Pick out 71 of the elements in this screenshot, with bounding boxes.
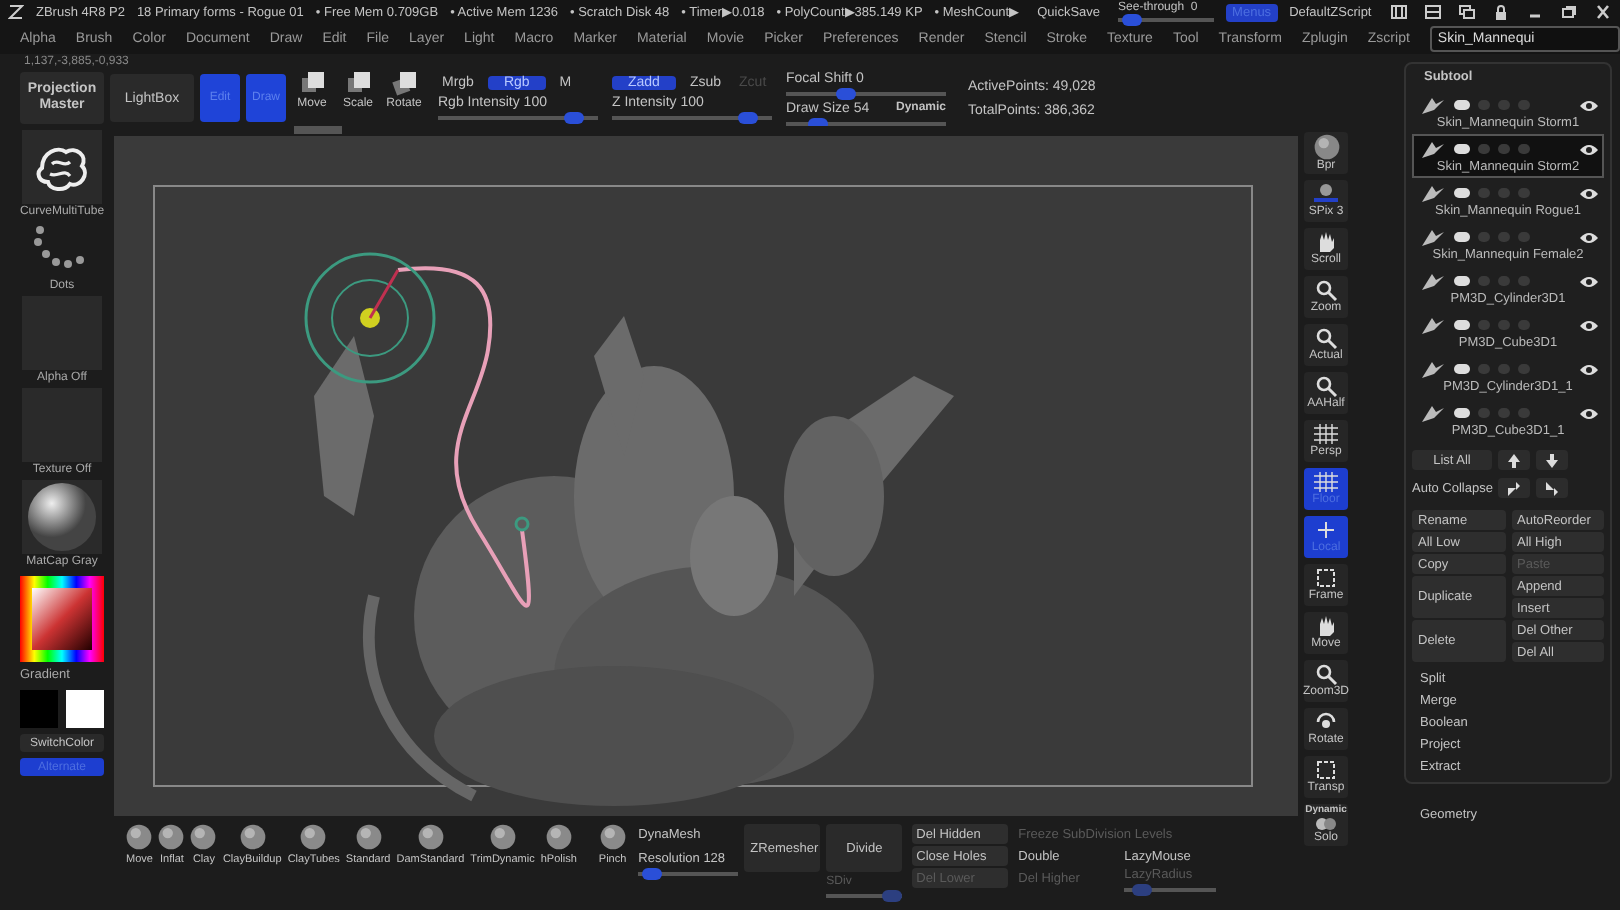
brush-sphere-icon: [158, 824, 185, 850]
eye-icon[interactable]: [1580, 187, 1598, 199]
scale-icon: [345, 72, 371, 96]
eye-icon[interactable]: [1580, 407, 1598, 419]
frame-icon: [1314, 566, 1338, 590]
grid-icon: [1314, 470, 1338, 494]
eye-icon[interactable]: [1580, 99, 1598, 111]
material-tile[interactable]: [22, 480, 102, 554]
frame-icon: [1314, 758, 1338, 782]
windows-icon[interactable]: [1458, 4, 1476, 20]
brush-sphere-icon: [545, 824, 572, 850]
thumbnail-icon: [1418, 403, 1446, 423]
thumbnail-icon: [1418, 95, 1446, 115]
toggle-icon[interactable]: [1454, 188, 1470, 198]
lock-icon[interactable]: [1492, 4, 1510, 20]
thumbnail-icon: [1418, 183, 1446, 203]
brush-sphere-icon: [239, 824, 266, 850]
slider-thumb[interactable]: [738, 112, 758, 124]
brush-sphere-icon: [599, 824, 626, 850]
slider-thumb[interactable]: [835, 87, 855, 99]
spheres-icon: [1314, 816, 1338, 832]
grid-icon: [1314, 422, 1338, 446]
brush-tile[interactable]: [22, 130, 102, 204]
brush-sphere-icon: [417, 824, 444, 850]
magnifier-icon: [1314, 374, 1338, 398]
close-icon[interactable]: [1594, 4, 1612, 20]
brush-sphere-icon: [190, 824, 217, 850]
thumbnail-icon: [1418, 359, 1446, 379]
brush-sphere-icon: [300, 824, 327, 850]
hand-icon: [1314, 230, 1338, 254]
slider-thumb[interactable]: [564, 112, 584, 124]
toggle-icon[interactable]: [1454, 232, 1470, 242]
color-swatch[interactable]: [20, 690, 58, 728]
magnifier-icon: [1314, 326, 1338, 350]
hand-icon: [1314, 614, 1338, 638]
toggle-icon[interactable]: [1454, 408, 1470, 418]
toggle-icon[interactable]: [1454, 100, 1470, 110]
eye-icon[interactable]: [1580, 363, 1598, 375]
canvas[interactable]: [114, 136, 1298, 816]
material-sphere-icon: [24, 480, 100, 554]
brush-sphere-icon: [126, 824, 153, 850]
eye-icon[interactable]: [1580, 319, 1598, 331]
toggle-icon[interactable]: [1454, 144, 1470, 154]
move-icon: [299, 72, 325, 96]
color-swatch[interactable]: [66, 690, 104, 728]
eye-icon[interactable]: [1580, 143, 1598, 155]
eye-icon[interactable]: [1580, 275, 1598, 287]
restore-icon[interactable]: [1560, 4, 1578, 20]
color-picker[interactable]: [20, 576, 104, 662]
slider-thumb[interactable]: [642, 868, 663, 880]
toggle-icon[interactable]: [1454, 364, 1470, 374]
toggle-icon[interactable]: [1454, 276, 1470, 286]
thumbnail-icon: [1418, 271, 1446, 291]
thumbnail-icon: [1418, 315, 1446, 335]
rotate-icon: [1314, 710, 1338, 734]
slider-thumb[interactable]: [1121, 14, 1142, 26]
slider-icon: [1314, 182, 1338, 206]
toggle-icon[interactable]: [1454, 320, 1470, 330]
thumbnail-icon: [1418, 227, 1446, 247]
magnifier-icon: [1314, 662, 1338, 686]
brush-sphere-icon: [489, 824, 516, 850]
sphere-icon: [1313, 134, 1339, 160]
layout-icon[interactable]: [1424, 4, 1442, 20]
axis-icon: [1314, 518, 1338, 542]
rotate-icon: [391, 72, 417, 96]
layout-icon[interactable]: [1390, 4, 1408, 20]
thumbnail-icon: [1418, 139, 1446, 159]
eye-icon[interactable]: [1580, 231, 1598, 243]
brush-sphere-icon: [355, 824, 382, 850]
magnifier-icon: [1314, 278, 1338, 302]
app-logo-icon: [8, 4, 24, 20]
